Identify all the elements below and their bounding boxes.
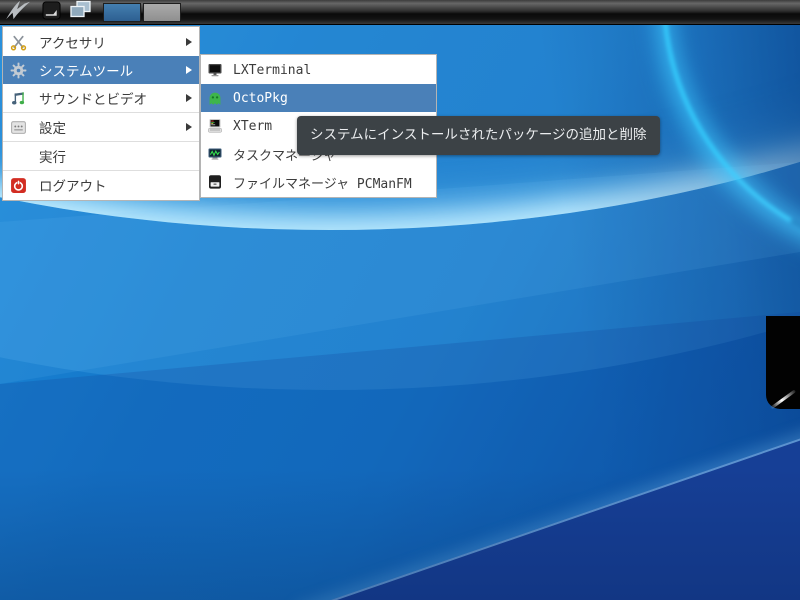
menu-button[interactable]	[0, 0, 38, 25]
show-desktop-button[interactable]	[38, 0, 65, 25]
preferences-icon	[9, 118, 27, 136]
file-manager-icon	[207, 173, 223, 191]
menu-item-label: システムツール	[39, 64, 134, 80]
menu-item-label: サウンドとビデオ	[39, 92, 147, 108]
app-menu: アクセサリ システムツール サウンドとビデオ 設定 実行 ログアウト	[2, 26, 200, 201]
workspace-1[interactable]	[103, 2, 141, 22]
menu-item-label: 実行	[39, 150, 66, 166]
music-notes-icon	[9, 89, 27, 107]
power-icon	[9, 176, 27, 194]
pager-button[interactable]	[65, 0, 97, 25]
lxde-logo-icon	[4, 0, 34, 25]
desktop[interactable]: アクセサリ システムツール サウンドとビデオ 設定 実行 ログアウト LXTer…	[0, 0, 800, 600]
submenu-item-file-manager[interactable]: ファイルマネージャ PCManFM	[201, 168, 436, 196]
submenu-arrow-icon	[186, 123, 192, 131]
submenu-item-label: OctoPkg	[233, 90, 288, 106]
scissors-icon	[9, 33, 27, 51]
submenu-item-label: LXTerminal	[233, 62, 312, 78]
submenu-arrow-icon	[186, 94, 192, 102]
desktop-artifact	[766, 316, 800, 409]
workspace-2[interactable]	[143, 2, 181, 22]
menu-item-settings[interactable]: 設定	[3, 113, 199, 141]
menu-item-sound-video[interactable]: サウンドとビデオ	[3, 84, 199, 112]
menu-item-label: アクセサリ	[39, 36, 106, 52]
show-desktop-icon	[42, 0, 61, 24]
terminal-icon	[207, 61, 223, 79]
octopkg-icon	[207, 89, 223, 107]
submenu-item-label: XTerm	[233, 118, 273, 134]
menu-item-label: 設定	[39, 121, 66, 137]
menu-item-logout[interactable]: ログアウト	[3, 171, 199, 199]
empty-icon-space	[9, 147, 27, 165]
xterm-icon	[207, 117, 223, 135]
submenu-item-lxterminal[interactable]: LXTerminal	[201, 56, 436, 84]
tooltip: システムにインストールされたパッケージの追加と削除	[297, 116, 660, 155]
task-manager-icon	[207, 145, 223, 163]
gear-icon	[9, 61, 27, 79]
menu-item-label: ログアウト	[39, 179, 107, 195]
submenu-item-label: ファイルマネージャ PCManFM	[233, 176, 412, 192]
window-pager-icon	[69, 0, 93, 24]
submenu-item-octopkg[interactable]: OctoPkg	[201, 84, 436, 112]
submenu-arrow-icon	[186, 66, 192, 74]
submenu-arrow-icon	[186, 38, 192, 46]
menu-item-accessories[interactable]: アクセサリ	[3, 28, 199, 56]
menu-item-run[interactable]: 実行	[3, 142, 199, 170]
top-panel	[0, 0, 800, 25]
menu-item-system-tools[interactable]: システムツール	[3, 56, 199, 84]
